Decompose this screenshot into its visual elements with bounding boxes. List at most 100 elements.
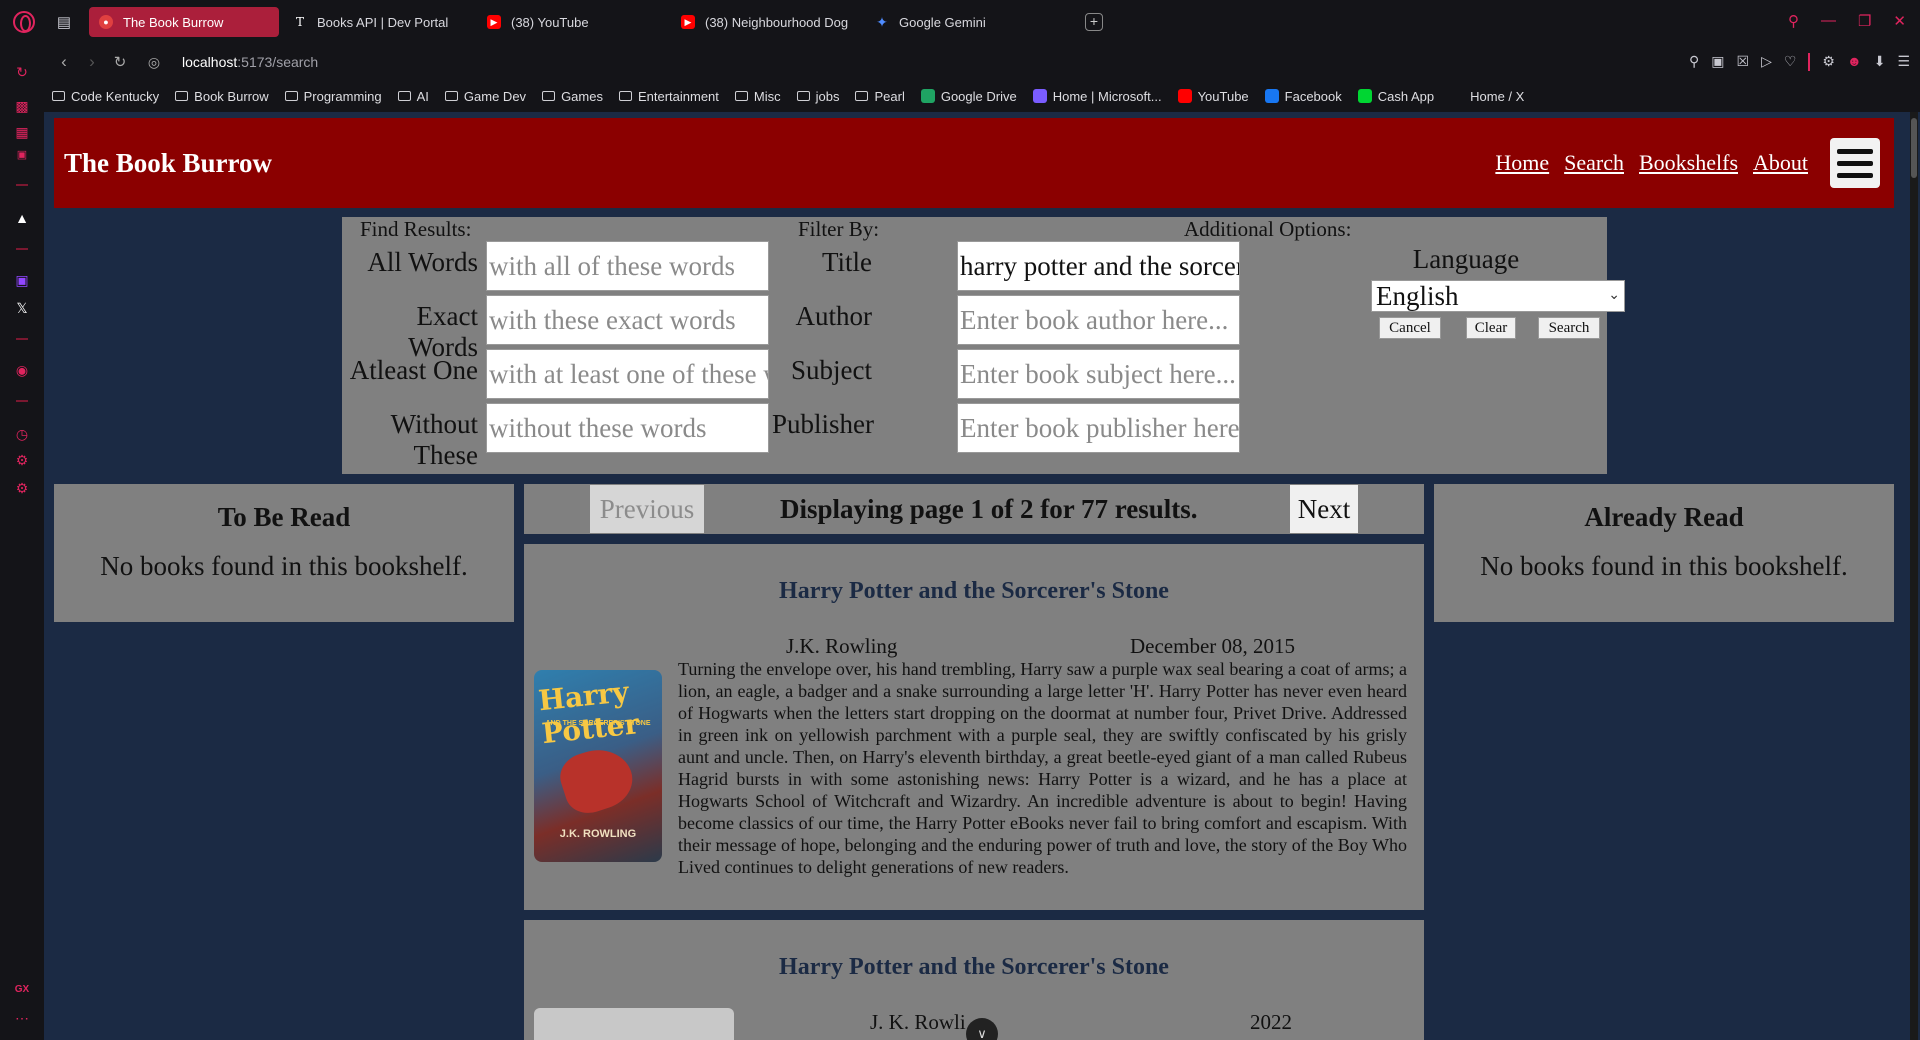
folder-icon — [618, 91, 632, 101]
language-select[interactable]: English ⌄ — [1371, 280, 1625, 312]
cover-title: Harry Potter — [536, 675, 641, 751]
pin-icon[interactable]: ⚲ — [1689, 53, 1699, 71]
bookmark-item[interactable]: Programming — [284, 89, 382, 104]
forward-icon[interactable]: › — [78, 52, 106, 72]
nav-link-search[interactable]: Search — [1564, 150, 1624, 176]
tab-neighbourhood-dog[interactable]: ▶ (38) Neighbourhood Dog — [671, 7, 861, 37]
shield-icon[interactable]: ☒ — [1737, 53, 1750, 71]
cancel-button[interactable]: Cancel — [1379, 317, 1441, 339]
without-these-input[interactable]: without these words — [486, 403, 769, 453]
window-controls: ⚲ — ❐ ✕ — [1788, 12, 1906, 30]
bookmark-label: jobs — [815, 88, 840, 104]
twitch-icon[interactable]: ▣ — [13, 272, 31, 290]
result-author: J. K. Rowli — [870, 1010, 966, 1034]
opera-gx-logo-icon[interactable] — [13, 11, 35, 33]
heart-icon[interactable]: ♡ — [1784, 53, 1797, 71]
publisher-input[interactable]: Enter book publisher here... — [957, 403, 1240, 453]
nav-link-about[interactable]: About — [1753, 150, 1808, 176]
menu-icon[interactable]: ☰ — [1897, 53, 1910, 71]
gx-cleaner-icon[interactable]: ▦ — [13, 124, 31, 142]
result-title[interactable]: Harry Potter and the Sorcerer's Stone — [524, 578, 1424, 605]
result-title[interactable]: Harry Potter and the Sorcerer's Stone — [524, 954, 1424, 981]
folder-icon — [52, 91, 65, 101]
title-input[interactable]: harry potter and the sorcerer's — [957, 241, 1240, 291]
page-scrollbar[interactable] — [1910, 112, 1918, 1040]
tab-book-burrow[interactable]: ● The Book Burrow — [89, 7, 279, 37]
download-icon[interactable]: ⬇ — [1874, 53, 1886, 71]
bookmark-item[interactable]: Code Kentucky — [52, 89, 159, 104]
x-icon[interactable]: 𝕏 — [13, 300, 31, 318]
bookmark-item[interactable]: Google Drive — [920, 88, 1017, 104]
previous-button[interactable]: Previous — [590, 485, 704, 533]
bookmark-label: AI — [416, 88, 429, 104]
tab-menu-icon[interactable]: ▤ — [51, 13, 77, 31]
bookmark-label: Game Dev — [463, 88, 527, 104]
gx-control-icon[interactable]: ▩ — [13, 98, 31, 116]
player-icon[interactable]: ◉ — [13, 362, 31, 380]
search-tabs-icon[interactable]: ⚲ — [1788, 12, 1799, 30]
speed-dial-icon[interactable]: ↻ — [13, 64, 31, 82]
bookmark-item[interactable]: Games — [542, 89, 603, 104]
bookmark-item[interactable]: Entertainment — [618, 89, 719, 104]
folder-icon — [397, 91, 411, 101]
new-tab-button[interactable]: + — [1085, 13, 1103, 31]
play-icon[interactable]: ▷ — [1761, 53, 1772, 71]
bookmark-item[interactable]: YouTube — [1177, 89, 1249, 104]
bookmark-item[interactable]: Home / X — [1450, 89, 1524, 104]
site-info-icon[interactable]: ◎ — [140, 54, 168, 71]
browser-tab-strip: ▤ ● The Book Burrow T Books API | Dev Po… — [0, 0, 1920, 44]
scrollbar-thumb[interactable] — [1911, 118, 1917, 178]
result-card[interactable]: Harry Potter and the Sorcerer's Stone J.… — [524, 544, 1424, 910]
settings-icon[interactable]: ⚙ — [13, 480, 31, 498]
next-button[interactable]: Next — [1290, 485, 1358, 533]
tab-youtube[interactable]: ▶ (38) YouTube — [477, 7, 667, 37]
profile-icon[interactable]: ☻ — [1847, 53, 1862, 71]
author-input[interactable]: Enter book author here... — [957, 295, 1240, 345]
gx-label-icon[interactable]: GX — [13, 984, 31, 1002]
bookmark-item[interactable]: Game Dev — [444, 88, 527, 104]
tab-gemini[interactable]: ✦ Google Gemini — [865, 7, 1055, 37]
gx-corner-icon[interactable]: ▣ — [13, 148, 31, 166]
sidebar: ↻ ▩ ▦ ▣ ▲ ▣ 𝕏 ◉ ◷ ⚙ ⚙ GX ⋯ — [0, 44, 44, 1040]
site-favicon-icon — [1264, 89, 1279, 103]
extensions-icon[interactable]: ⚙ — [1822, 53, 1835, 71]
bookmark-item[interactable]: Pearl — [855, 89, 905, 104]
bookmark-item[interactable]: Misc — [734, 89, 781, 104]
book-cover-image[interactable]: Harry Potter AND THE SORCERER'S STONE J.… — [534, 670, 662, 862]
close-icon[interactable]: ✕ — [1893, 12, 1906, 30]
history-icon[interactable]: ◷ — [13, 426, 31, 444]
bookmark-label: Google Drive — [940, 88, 1017, 104]
exact-words-input[interactable]: with these exact words — [486, 295, 769, 345]
bookmark-item[interactable]: Home | Microsoft... — [1032, 89, 1162, 104]
reload-icon[interactable]: ↻ — [106, 53, 134, 71]
url-field[interactable]: localhost:5173/search — [182, 54, 318, 70]
subject-input[interactable]: Enter book subject here... — [957, 349, 1240, 399]
nav-link-home[interactable]: Home — [1495, 150, 1549, 176]
nav-link-bookshelfs[interactable]: Bookshelfs — [1639, 150, 1738, 176]
more-icon[interactable]: ⋯ — [13, 1010, 31, 1028]
bookmark-item[interactable]: Cash App — [1357, 89, 1434, 104]
to-be-read-shelf: To Be Read No books found in this booksh… — [54, 484, 514, 622]
extensions-rail-icon[interactable]: ⚙ — [13, 452, 31, 470]
site-title[interactable]: The Book Burrow — [64, 148, 272, 179]
hamburger-menu-button[interactable] — [1830, 138, 1880, 188]
book-cover-image[interactable] — [534, 1008, 734, 1040]
back-icon[interactable]: ‹ — [50, 52, 78, 72]
atleast-one-input[interactable]: with at least one of these word — [486, 349, 769, 399]
bookmarks-bar: Code Kentucky Book Burrow Programming AI Gam… — [44, 80, 1920, 112]
bookmark-item[interactable]: Facebook — [1264, 89, 1342, 104]
minimize-icon[interactable]: — — [1821, 12, 1836, 30]
tab-books-api[interactable]: T Books API | Dev Portal — [283, 7, 473, 37]
bookmark-item[interactable]: Book Burrow — [175, 89, 269, 104]
site-favicon-icon — [1450, 89, 1465, 103]
to-be-read-title: To Be Read — [217, 502, 351, 532]
aria-icon[interactable]: ▲ — [13, 210, 31, 228]
already-read-title: Already Read — [1584, 502, 1744, 532]
search-button[interactable]: Search — [1538, 317, 1600, 339]
restore-icon[interactable]: ❐ — [1858, 12, 1871, 30]
bookmark-item[interactable]: jobs — [796, 88, 840, 104]
snapshot-icon[interactable]: ▣ — [1711, 53, 1724, 71]
bookmark-item[interactable]: AI — [397, 88, 429, 104]
all-words-input[interactable]: with all of these words — [486, 241, 769, 291]
clear-button[interactable]: Clear — [1466, 317, 1516, 339]
